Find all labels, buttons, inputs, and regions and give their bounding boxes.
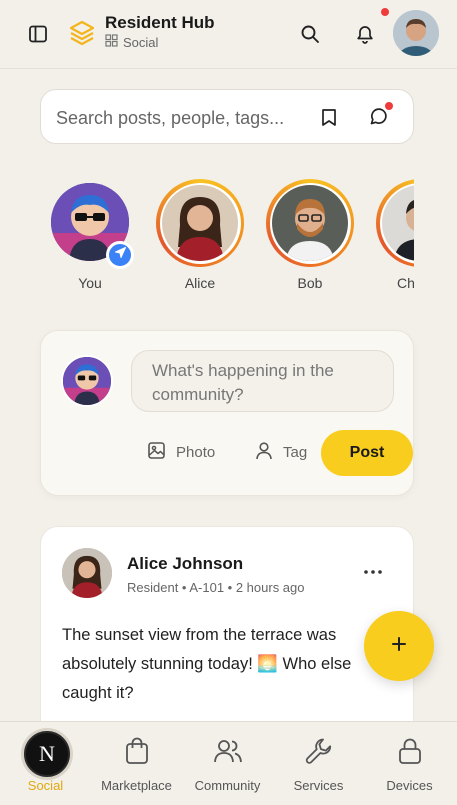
stories-row: You Alice Bob Ch bbox=[0, 176, 414, 296]
app-subtitle-label: Social bbox=[123, 34, 159, 50]
story-alice[interactable]: Alice bbox=[154, 176, 246, 296]
n-logo-icon: N bbox=[24, 731, 70, 777]
search-icon[interactable] bbox=[297, 21, 323, 47]
tag-button[interactable]: Tag bbox=[255, 441, 307, 464]
post-composer: What's happening in the community? Photo… bbox=[40, 330, 414, 496]
story-bob-avatar bbox=[272, 185, 348, 261]
nav-label: Social bbox=[27, 778, 64, 793]
message-unread-dot bbox=[385, 102, 393, 110]
story-ring bbox=[266, 179, 354, 267]
nav-label: Devices bbox=[386, 778, 433, 793]
plus-icon bbox=[390, 635, 408, 658]
photo-label: Photo bbox=[176, 444, 216, 461]
search-bar bbox=[40, 89, 414, 144]
nav-item-devices[interactable]: Devices bbox=[364, 722, 455, 805]
nav-item-community[interactable]: Community bbox=[182, 722, 273, 805]
story-ring bbox=[376, 179, 414, 267]
add-story-button[interactable] bbox=[106, 241, 134, 269]
grid-icon bbox=[105, 34, 118, 50]
post-text: The sunset view from the terrace was abs… bbox=[62, 626, 352, 702]
nav-label: Services bbox=[293, 778, 344, 793]
bookmark-icon[interactable] bbox=[318, 106, 340, 128]
shopping-bag-icon bbox=[123, 736, 151, 766]
story-ring bbox=[156, 179, 244, 267]
nav-item-services[interactable]: Services bbox=[273, 722, 364, 805]
user-icon bbox=[255, 441, 273, 464]
story-ch-name: Ch bbox=[397, 275, 414, 291]
bell-icon[interactable] bbox=[352, 21, 378, 47]
layers-logo-icon bbox=[68, 19, 96, 47]
lock-icon bbox=[396, 736, 424, 766]
story-bob-name: Bob bbox=[297, 275, 323, 291]
send-icon bbox=[114, 246, 127, 264]
avatar[interactable] bbox=[393, 10, 439, 56]
sidebar-toggle-icon[interactable] bbox=[26, 22, 50, 46]
post-meta: Resident • A-101 • 2 hours ago bbox=[127, 580, 305, 595]
tag-label: Tag bbox=[283, 444, 308, 461]
app-title: Resident Hub bbox=[105, 13, 215, 32]
search-input[interactable] bbox=[56, 104, 306, 132]
composer-avatar bbox=[61, 355, 113, 407]
top-bar: Resident Hub Social bbox=[0, 0, 457, 69]
post-author-avatar[interactable] bbox=[62, 548, 112, 598]
image-icon bbox=[147, 441, 166, 464]
nav-label: Community bbox=[194, 778, 261, 793]
nav-item-marketplace[interactable]: Marketplace bbox=[91, 722, 182, 805]
bottom-nav: N Social Marketplace Community Services … bbox=[0, 721, 457, 805]
story-you-name: You bbox=[78, 275, 102, 291]
post-author-name[interactable]: Alice Johnson bbox=[127, 554, 243, 574]
nav-item-social[interactable]: N Social bbox=[0, 722, 91, 805]
story-you[interactable]: You bbox=[44, 176, 136, 296]
nav-label: Marketplace bbox=[101, 778, 172, 793]
post-button[interactable]: Post bbox=[321, 430, 413, 476]
notification-dot bbox=[379, 6, 391, 18]
create-fab-button[interactable] bbox=[364, 611, 434, 681]
story-ch[interactable]: Ch bbox=[374, 176, 414, 296]
photo-button[interactable]: Photo bbox=[147, 441, 215, 464]
story-alice-avatar bbox=[162, 185, 238, 261]
story-alice-name: Alice bbox=[184, 275, 216, 291]
app-subtitle: Social bbox=[105, 34, 158, 50]
users-icon bbox=[213, 736, 243, 766]
story-bob[interactable]: Bob bbox=[264, 176, 356, 296]
story-ch-avatar bbox=[382, 185, 414, 261]
message-icon[interactable] bbox=[367, 106, 389, 128]
composer-input[interactable]: What's happening in the community? bbox=[131, 350, 394, 412]
more-options-icon[interactable] bbox=[359, 563, 387, 581]
wrench-icon bbox=[304, 736, 334, 766]
